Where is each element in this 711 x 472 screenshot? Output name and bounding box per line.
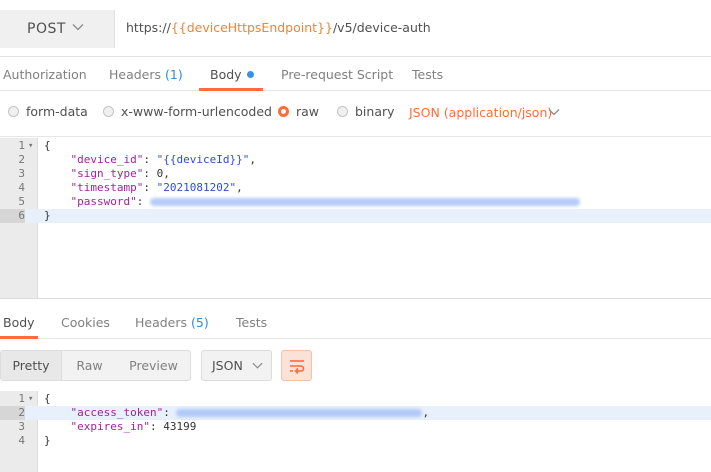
line-number: 1	[18, 392, 25, 405]
tab-response-body[interactable]: Body	[3, 315, 35, 330]
tab-label: Body	[210, 67, 242, 82]
json-key: "device_id"	[70, 153, 144, 166]
wrap-lines-icon	[289, 359, 304, 374]
tab-label: Authorization	[3, 67, 87, 82]
tab-cookies[interactable]: Cookies	[61, 315, 110, 330]
radio-binary[interactable]: binary	[337, 104, 395, 119]
code-line: 5 "password":	[0, 195, 711, 209]
line-number: 2	[18, 153, 25, 166]
radio-raw[interactable]: raw	[278, 104, 319, 119]
tab-label: Tests	[412, 67, 444, 82]
tab-body[interactable]: Body	[210, 67, 254, 82]
request-tabs: Authorization Headers (1) Body Pre-reque…	[0, 57, 711, 91]
response-tabs: Body Cookies Headers (5) Tests	[0, 299, 711, 339]
headers-count: (1)	[165, 67, 183, 82]
line-number: 4	[18, 181, 25, 194]
active-tab-indicator	[199, 88, 263, 91]
wrap-lines-button[interactable]	[281, 350, 312, 381]
modified-dot-icon	[246, 71, 254, 78]
view-preview-button[interactable]: Preview	[117, 351, 190, 380]
method-label: POST	[27, 21, 66, 37]
brace: {	[44, 392, 51, 405]
json-value: 43199	[163, 420, 197, 433]
code-line: 3 "sign_type": 0,	[0, 167, 711, 181]
radio-form-data[interactable]: form-data	[8, 104, 88, 119]
tab-label: Cookies	[61, 315, 110, 330]
url-bar: POST https://{{deviceHttpsEndpoint}}/v5/…	[0, 0, 711, 57]
tab-label: Body	[3, 315, 35, 330]
code-line: 4 "timestamp": "2021081202",	[0, 181, 711, 195]
request-body-editor[interactable]: 1 ▾ { 2 "device_id": "{{deviceId}}", 3 "s…	[0, 138, 711, 298]
radio-circle-icon	[8, 106, 19, 117]
json-key: "expires_in"	[70, 420, 150, 433]
tab-headers[interactable]: Headers (1)	[109, 67, 183, 82]
json-value: "2021081202"	[156, 181, 237, 194]
json-key: "access_token"	[70, 406, 164, 419]
tab-response-tests[interactable]: Tests	[236, 315, 267, 330]
response-body-viewer[interactable]: 1 ▾ { 2 "access_token": , 3 "expires_in":…	[0, 391, 711, 472]
tab-label: Tests	[236, 315, 268, 330]
method-dropdown[interactable]: POST	[0, 10, 115, 48]
radio-label: binary	[355, 104, 395, 119]
code-line: 3 "expires_in": 43199	[0, 420, 711, 434]
radio-label: form-data	[26, 104, 88, 119]
line-number: 1	[18, 139, 25, 152]
json-value: "{{deviceId}}"	[156, 153, 250, 166]
tab-pre-request-script[interactable]: Pre-request Script	[281, 67, 393, 82]
url-variable: {{deviceHttpsEndpoint}}	[170, 20, 333, 35]
fold-arrow-icon[interactable]: ▾	[28, 139, 36, 153]
headers-count: (5)	[191, 315, 209, 330]
line-number: 2	[0, 406, 25, 420]
redacted-value	[149, 198, 580, 206]
code-line: 2 "device_id": "{{deviceId}}",	[0, 153, 711, 167]
view-mode-group: Pretty Raw Preview	[0, 350, 191, 381]
chevron-down-icon	[72, 24, 84, 31]
url-input[interactable]: https://{{deviceHttpsEndpoint}}/v5/devic…	[126, 20, 431, 35]
code-line: 4 }	[0, 434, 711, 448]
json-key: "timestamp"	[70, 181, 144, 194]
line-number: 3	[18, 420, 25, 433]
radio-selected-icon	[278, 106, 289, 117]
view-pretty-button[interactable]: Pretty	[1, 351, 62, 380]
radio-circle-icon	[103, 106, 114, 117]
code-line-active: 6 }	[0, 209, 711, 223]
chevron-down-icon[interactable]	[548, 106, 560, 118]
tab-label: Headers	[109, 67, 162, 82]
json-key: "password"	[70, 195, 137, 208]
line-number: 4	[18, 434, 25, 447]
radio-circle-icon	[337, 106, 348, 117]
format-label: JSON	[212, 358, 243, 373]
url-prefix: https://	[126, 20, 171, 35]
chevron-down-icon	[252, 362, 263, 369]
line-number: 3	[18, 167, 25, 180]
tab-label: Headers	[135, 315, 188, 330]
url-suffix: /v5/device-auth	[332, 20, 431, 35]
brace: }	[44, 209, 51, 222]
json-key: "sign_type"	[70, 167, 144, 180]
tab-label: Pre-request Script	[281, 67, 394, 82]
radio-urlencoded[interactable]: x-www-form-urlencoded	[103, 104, 272, 119]
brace: }	[44, 434, 51, 447]
redacted-value	[176, 409, 423, 417]
radio-label: x-www-form-urlencoded	[121, 104, 272, 119]
code-line: 1 ▾ {	[0, 392, 711, 406]
line-number: 5	[18, 195, 25, 208]
tab-tests[interactable]: Tests	[412, 67, 443, 82]
brace: {	[44, 139, 51, 152]
response-toolbar: Pretty Raw Preview JSON	[0, 339, 711, 391]
radio-label: raw	[296, 104, 320, 119]
view-raw-button[interactable]: Raw	[62, 351, 117, 380]
json-value: 0	[156, 167, 164, 180]
format-dropdown[interactable]: JSON	[201, 350, 272, 381]
code-line: 1 ▾ {	[0, 139, 711, 153]
line-number: 6	[0, 209, 25, 223]
code-line-active: 2 "access_token": ,	[0, 406, 711, 420]
tab-response-headers[interactable]: Headers (5)	[135, 315, 209, 330]
content-type-dropdown[interactable]: JSON (application/json)	[409, 105, 552, 120]
body-type-selector: form-data x-www-form-urlencoded raw bina…	[0, 92, 711, 137]
fold-arrow-icon[interactable]: ▾	[28, 392, 36, 406]
tab-authorization[interactable]: Authorization	[3, 67, 87, 82]
